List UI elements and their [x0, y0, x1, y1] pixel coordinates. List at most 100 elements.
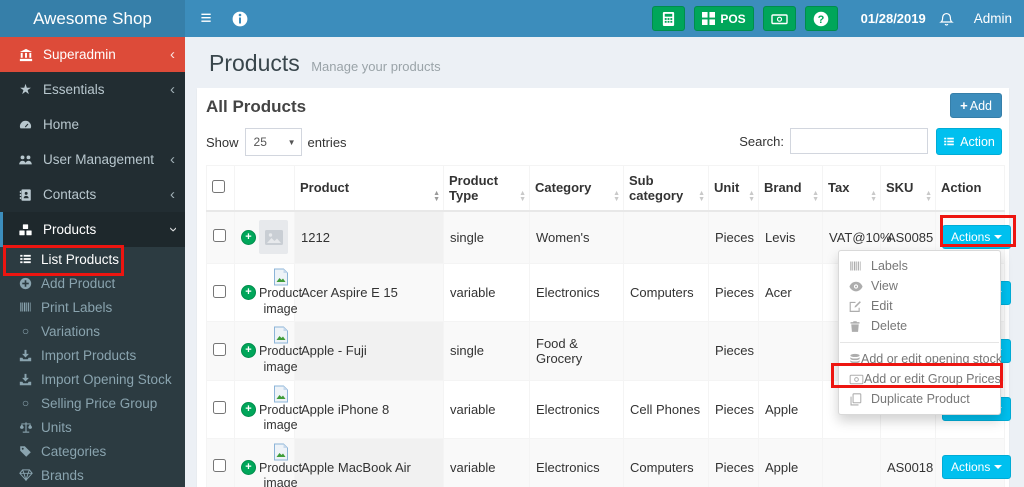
row-checkbox[interactable]	[213, 342, 226, 356]
expand-row-icon[interactable]: +	[241, 343, 256, 359]
plus-circle-icon	[16, 277, 35, 290]
cell-unit: Pieces	[708, 262, 759, 323]
content-header: Products Manage your products	[185, 37, 1024, 88]
column-header-brand[interactable]: Brand ▲ ▼	[758, 165, 823, 212]
user-menu[interactable]: Admin	[974, 11, 1012, 26]
barcode-icon	[849, 260, 871, 272]
column-header-product[interactable]: Product ▲ ▼	[294, 165, 444, 212]
list-icon	[16, 253, 35, 265]
cell-sub-category	[623, 210, 709, 264]
list-icon	[944, 137, 954, 146]
row-checkbox[interactable]	[213, 229, 226, 243]
expand-row-icon[interactable]: +	[241, 229, 256, 245]
cash-icon	[770, 13, 788, 24]
dashboard-icon	[15, 118, 36, 132]
caret-down-icon: ▼	[287, 138, 296, 147]
calculator-button[interactable]	[652, 6, 686, 31]
sidebar-item-superadmin[interactable]: Superadmin ‹	[0, 37, 185, 72]
sort-icon[interactable]: ▲ ▼	[698, 190, 705, 203]
sidebar-item-contacts[interactable]: Contacts ‹	[0, 177, 185, 212]
expand-row-icon[interactable]: +	[241, 459, 256, 475]
menu-item-duplicate-product[interactable]: Duplicate Product	[839, 389, 1000, 409]
column-header-unit[interactable]: Unit ▲ ▼	[708, 165, 759, 212]
cell-brand	[758, 321, 823, 381]
sidebar-item-selling-price-group[interactable]: ○ Selling Price Group	[0, 391, 185, 415]
users-icon	[15, 153, 36, 167]
menu-item-add-edit-opening-stock[interactable]: Add or edit opening stock	[839, 349, 1002, 369]
brand-logo[interactable]: Awesome Shop	[0, 0, 185, 37]
hamburger-icon[interactable]: ≡	[189, 0, 223, 37]
chevron-left-icon: ‹	[170, 186, 175, 203]
column-header-tax[interactable]: Tax ▲ ▼	[822, 165, 881, 212]
trash-icon	[849, 320, 871, 333]
cell-brand: Acer	[758, 262, 823, 323]
cell-category: Food & Grocery	[529, 321, 624, 381]
sort-icon[interactable]: ▲ ▼	[812, 190, 819, 203]
sidebar-item-print-labels[interactable]: Print Labels	[0, 295, 185, 319]
sidebar-item-add-product[interactable]: Add Product	[0, 271, 185, 295]
row-actions-button[interactable]: Actions	[942, 225, 1012, 250]
gem-icon	[16, 469, 35, 481]
cell-sub-category	[623, 321, 709, 381]
expand-row-icon[interactable]: +	[241, 401, 256, 417]
column-header-category[interactable]: Category ▲ ▼	[529, 165, 624, 212]
sidebar-item-user-management[interactable]: User Management ‹	[0, 142, 185, 177]
pos-button[interactable]: POS	[694, 6, 754, 31]
row-actions-button[interactable]: Actions	[942, 455, 1012, 480]
cell-product: Apple MacBook Air	[294, 437, 444, 487]
search-input[interactable]	[790, 128, 928, 154]
sort-icon[interactable]: ▲ ▼	[925, 190, 932, 203]
select-all-checkbox[interactable]	[212, 179, 225, 193]
cell-product-type: variable	[443, 437, 530, 487]
cash-register-button[interactable]	[762, 6, 796, 31]
sidebar-item-import-opening-stock[interactable]: Import Opening Stock	[0, 367, 185, 391]
money-icon	[849, 374, 864, 385]
cell-category: Electronics	[529, 262, 624, 323]
eye-icon	[849, 281, 871, 292]
column-header-product-type[interactable]: Product Type ▲ ▼	[443, 165, 530, 212]
menu-item-delete[interactable]: Delete	[839, 316, 1000, 336]
help-button[interactable]: ?	[804, 6, 838, 31]
add-button[interactable]: + Add	[950, 93, 1002, 118]
menu-item-add-edit-group-prices[interactable]: Add or edit Group Prices	[839, 369, 1001, 389]
sort-icon[interactable]: ▲ ▼	[870, 190, 877, 203]
sidebar-item-home[interactable]: Home	[0, 107, 185, 142]
svg-text:?: ?	[818, 14, 825, 26]
sort-icon[interactable]: ▲ ▼	[748, 190, 755, 203]
database-icon	[849, 353, 861, 366]
sort-icon[interactable]: ▲ ▼	[433, 190, 440, 203]
cell-product-type: single	[443, 321, 530, 381]
sidebar-item-variations[interactable]: ○ Variations	[0, 319, 185, 343]
sidebar-item-brands[interactable]: Brands	[0, 463, 185, 487]
chevron-left-icon: ‹	[170, 46, 175, 63]
plus-icon: +	[960, 98, 968, 113]
sidebar-item-list-products[interactable]: List Products	[0, 247, 185, 271]
bell-icon[interactable]	[935, 0, 959, 37]
sort-icon[interactable]: ▲ ▼	[613, 190, 620, 203]
cell-unit: Pieces	[708, 437, 759, 487]
sidebar-item-import-products[interactable]: Import Products	[0, 343, 185, 367]
cell-product: Acer Aspire E 15	[294, 262, 444, 323]
sort-icon[interactable]: ▲ ▼	[519, 190, 526, 203]
column-header-sub-category[interactable]: Sub category ▲ ▼	[623, 165, 709, 212]
column-header-sku[interactable]: SKU ▲ ▼	[880, 165, 936, 212]
info-icon[interactable]	[223, 0, 257, 37]
expand-row-icon[interactable]: +	[241, 285, 256, 301]
sidebar-item-essentials[interactable]: ★ Essentials ‹	[0, 72, 185, 107]
row-checkbox[interactable]	[213, 459, 226, 473]
panel-title: All Products	[206, 97, 307, 116]
bank-icon	[15, 48, 36, 62]
bulk-action-button[interactable]: Action	[936, 128, 1002, 155]
menu-item-labels[interactable]: Labels	[839, 256, 1000, 276]
menu-item-edit[interactable]: Edit	[839, 296, 1000, 316]
sidebar-item-categories[interactable]: Categories	[0, 439, 185, 463]
actions-dropdown-menu: Labels View Edit Delete Add or edit open…	[838, 250, 1002, 415]
sidebar-item-units[interactable]: Units	[0, 415, 185, 439]
row-checkbox[interactable]	[213, 401, 226, 415]
table-header-row: Product ▲ ▼ Product Type ▲ ▼ Category ▲ ▼ Sub …	[206, 165, 1005, 212]
page-size-select[interactable]: 25 ▼	[244, 128, 302, 156]
grid-icon	[702, 12, 716, 25]
sidebar-item-products[interactable]: Products ‹	[0, 212, 185, 247]
menu-item-view[interactable]: View	[839, 276, 1000, 296]
row-checkbox[interactable]	[213, 284, 226, 298]
